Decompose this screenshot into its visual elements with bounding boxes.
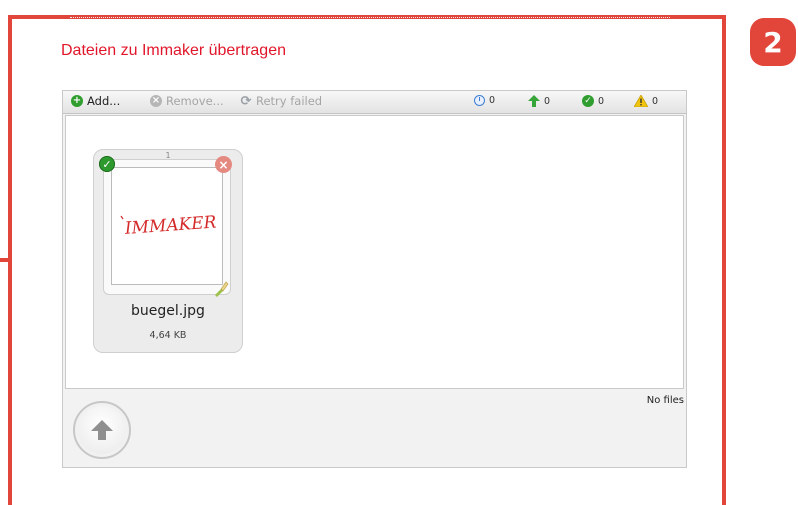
retry-failed-button[interactable]: ⟳ Retry failed [240,93,323,109]
thumbnail-frame: IMMAKER [103,159,231,295]
thumbnail-logo-text: IMMAKER [123,213,217,239]
file-uploader: + Add... × Remove... ⟳ Retry failed 0 0 … [62,90,687,468]
done-counter: ✓ 0 [582,95,604,107]
uploader-toolbar: + Add... × Remove... ⟳ Retry failed 0 0 … [63,91,686,114]
upload-success-icon: ✓ [99,156,115,172]
brush-icon[interactable] [212,280,230,298]
upload-arrow-icon [91,420,113,440]
uploading-count: 0 [544,95,551,107]
retry-icon: ⟳ [240,93,252,109]
dotted-divider [70,17,670,18]
check-icon: ✓ [582,95,594,107]
remove-button[interactable]: × Remove... [150,94,224,108]
add-icon: + [71,95,83,107]
queued-counter: 0 [474,95,495,106]
warning-icon [634,95,648,107]
done-count: 0 [598,95,605,107]
close-icon[interactable]: × [215,156,232,173]
file-tile[interactable]: 1 IMMAKER ✓ × buegel.jpg 4,64 KB [93,149,243,353]
clock-icon [474,95,485,106]
file-size: 4,64 KB [149,330,187,341]
warning-count: 0 [652,95,659,107]
upload-button[interactable] [73,401,131,459]
file-name: buegel.jpg [131,303,205,319]
add-button-label: Add... [87,94,121,108]
retry-button-label: Retry failed [256,94,323,108]
step-badge: 2 [750,18,796,66]
queued-count: 0 [489,95,496,106]
page-title: Dateien zu Immaker übertragen [61,42,286,59]
remove-button-label: Remove... [166,94,224,108]
add-button[interactable]: + Add... [71,94,120,108]
uploading-counter: 0 [528,95,550,107]
warning-counter: 0 [634,95,658,107]
upload-arrow-icon [528,95,540,107]
status-bar: No files [63,391,686,467]
status-text: No files [646,395,684,406]
remove-icon: × [150,95,162,107]
annotation-tick [0,258,12,262]
file-thumbnail: IMMAKER [111,167,223,285]
file-list: 1 IMMAKER ✓ × buegel.jpg 4,64 KB [65,115,684,389]
thumbnail-logo: IMMAKER [120,213,217,239]
